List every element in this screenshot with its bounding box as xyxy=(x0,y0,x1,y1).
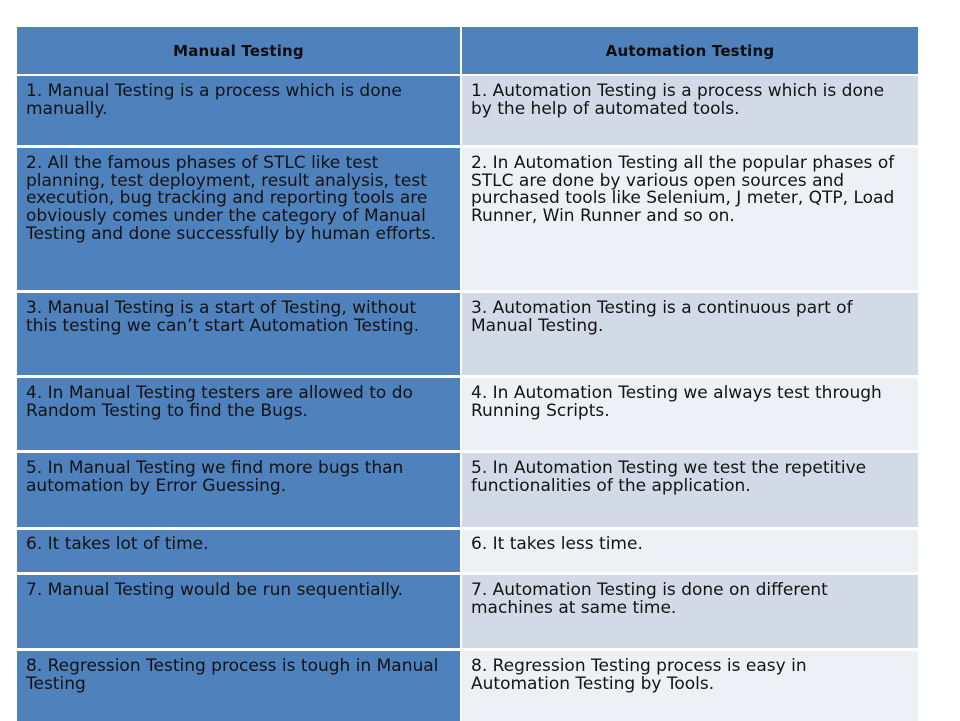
table-row: 2. All the famous phases of STLC like te… xyxy=(17,148,918,293)
cell-automation-1: 1. Automation Testing is a process which… xyxy=(462,76,918,148)
cell-automation-8: 8. Regression Testing process is easy in… xyxy=(462,651,918,721)
table-header-row: Manual Testing Automation Testing xyxy=(17,25,918,76)
manual-vs-automation-testing-table: Manual Testing Automation Testing 1. Man… xyxy=(17,25,918,721)
cell-manual-1: 1. Manual Testing is a process which is … xyxy=(17,76,462,148)
table-row: 5. In Manual Testing we find more bugs t… xyxy=(17,453,918,530)
column-header-automation-testing: Automation Testing xyxy=(462,25,918,76)
column-header-manual-testing: Manual Testing xyxy=(17,25,462,76)
cell-automation-5: 5. In Automation Testing we test the rep… xyxy=(462,453,918,530)
cell-manual-4: 4. In Manual Testing testers are allowed… xyxy=(17,378,462,453)
table-row: 7. Manual Testing would be run sequentia… xyxy=(17,575,918,651)
cell-automation-4: 4. In Automation Testing we always test … xyxy=(462,378,918,453)
table-row: 8. Regression Testing process is tough i… xyxy=(17,651,918,721)
table-body: 1. Manual Testing is a process which is … xyxy=(17,76,918,721)
cell-automation-3: 3. Automation Testing is a continuous pa… xyxy=(462,293,918,378)
table-row: 1. Manual Testing is a process which is … xyxy=(17,76,918,148)
cell-manual-3: 3. Manual Testing is a start of Testing,… xyxy=(17,293,462,378)
table-row: 6. It takes lot of time. 6. It takes les… xyxy=(17,530,918,575)
cell-automation-2: 2. In Automation Testing all the popular… xyxy=(462,148,918,293)
table-header: Manual Testing Automation Testing xyxy=(17,25,918,76)
cell-automation-7: 7. Automation Testing is done on differe… xyxy=(462,575,918,651)
cell-manual-8: 8. Regression Testing process is tough i… xyxy=(17,651,462,721)
cell-manual-7: 7. Manual Testing would be run sequentia… xyxy=(17,575,462,651)
cell-manual-6: 6. It takes lot of time. xyxy=(17,530,462,575)
cell-manual-5: 5. In Manual Testing we find more bugs t… xyxy=(17,453,462,530)
cell-automation-6: 6. It takes less time. xyxy=(462,530,918,575)
cell-manual-2: 2. All the famous phases of STLC like te… xyxy=(17,148,462,293)
table-row: 4. In Manual Testing testers are allowed… xyxy=(17,378,918,453)
table-row: 3. Manual Testing is a start of Testing,… xyxy=(17,293,918,378)
